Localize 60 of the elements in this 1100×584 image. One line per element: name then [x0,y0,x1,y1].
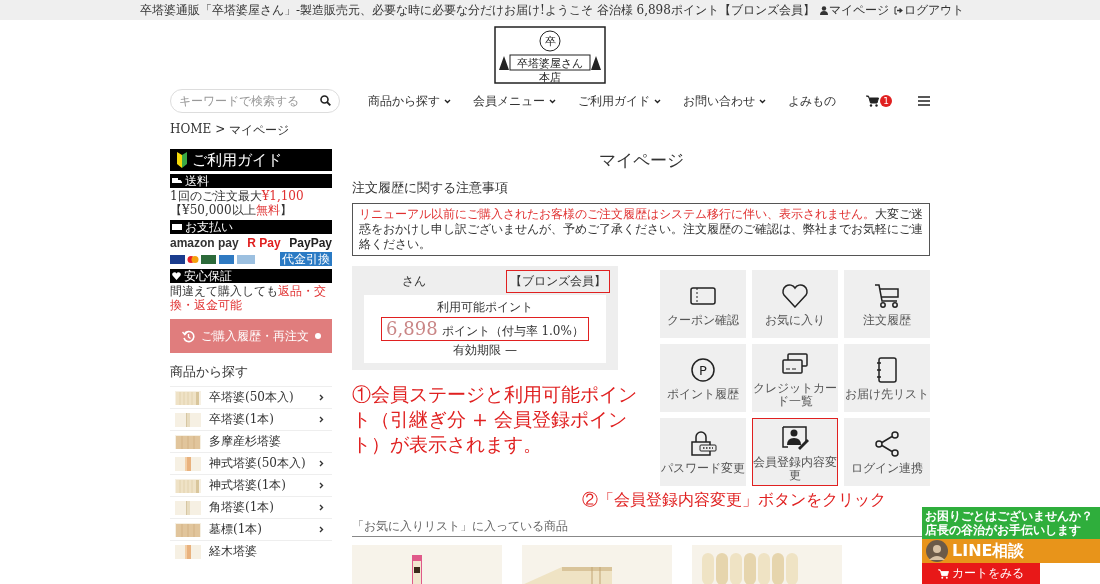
member-menu-tile[interactable]: お届け先リスト [844,344,930,412]
site-tagline: 卒塔婆通販「卒塔婆屋さん」-製造販売元、必要な時に必要な分だけお届け! [140,1,545,19]
page-title: マイページ [597,149,685,171]
category-item[interactable]: 神式塔婆(1本) [170,474,332,496]
points-icon: P [688,355,718,385]
annotation-text: ①会員ステージと利用可能ポイント（引継ぎ分 + 会員登録ポイント）が表示されます。 [352,382,638,457]
category-item[interactable]: 卒塔婆(50本入) [170,386,332,408]
breadcrumb-separator: > [215,122,226,138]
payment-logo: PayPay [289,236,332,250]
category-item[interactable]: 経木塔婆 [170,540,332,562]
cart-count-badge: 1 [880,95,892,107]
guide-text: 間違えて購入しても返品・交換・返金可能 [170,284,327,312]
notice-box: リニューアル以前にご購入されたお客様のご注文履歴はシステム移行に伴い、表示されません。大変ご迷惑をおかけし申し訳ございませんが、予めご了承ください。注文履歴のご確認は、弊社までお気軽にご連絡ください。 [352,203,930,256]
shop-logo[interactable]: 卒 卒塔婆屋さん 本店 [494,26,606,84]
nav-menu-item[interactable]: ご利用ガイド [578,92,661,110]
points-label: 利用可能ポイント [437,299,533,316]
category-item[interactable]: 墓標(1本) [170,518,332,540]
guide-section-heading: 安心保証 [170,269,332,283]
member-name: さん [402,272,426,290]
member-menu-tile[interactable]: 会員登録内容変更 [752,418,838,486]
account-link[interactable]: マイページ [819,1,889,19]
payment-logo: R Pay [247,236,281,250]
guide-banner[interactable]: ご利用ガイド [170,149,332,171]
member-rank: 【ブロンズ会員】 [506,269,610,293]
cart-button[interactable]: 1 [866,95,892,107]
member-menu-tile[interactable]: クレジットカード一覧 [752,344,838,412]
guide-text: 1回のご注文最大¥1,100 【¥50,000以上無料】 [170,189,305,217]
breadcrumb-link[interactable]: HOME [170,122,212,139]
nav-menu-item[interactable]: お問い合わせ [683,92,766,110]
payment-logo: amazon pay [170,236,239,250]
guide-section-heading: お支払い [170,220,332,234]
notice-heading: 注文履歴に関する注意事項 [352,179,509,197]
breadcrumb-link[interactable]: マイページ [229,122,290,139]
category-item[interactable]: 角塔婆(1本) [170,496,332,518]
category-item[interactable]: 卒塔婆(1本) [170,408,332,430]
help-message: お困りごとはございませんか？ 店長の谷治がお手伝いします [922,507,1100,539]
member-menu-tile[interactable]: お気に入り [752,270,838,338]
category-heading: 商品から探す [170,363,249,381]
member-menu-tile[interactable]: 注文履歴 [844,270,930,338]
cash-on-delivery-label: 代金引換 [280,252,332,266]
annotation-text: ②「会員登録内容変更」ボタンをクリック [582,489,886,511]
member-menu-tile[interactable]: ログイン連携 [844,418,930,486]
guide-section-heading: 送料 [170,174,332,188]
member-menu-tile[interactable]: クーポン確認 [660,270,746,338]
nav-menu-item[interactable]: 商品から探す [368,92,451,110]
category-item[interactable]: 神式塔婆(50本入) [170,452,332,474]
points-summary: 6,898 ポイント（付与率 1.0%） [381,317,589,341]
view-cart-button[interactable]: カートをみる [922,563,1040,584]
account-link[interactable]: ログアウト [893,1,964,19]
category-item[interactable]: 多摩産杉塔婆 [170,430,332,452]
guide-title: ご利用ガイド [192,150,282,170]
nav-menu-item[interactable]: 会員メニュー [473,92,556,110]
welcome-text: ようこそ 谷治様 6,898ポイント【ブロンズ会員】 [544,1,815,19]
member-menu-tile[interactable]: パスワード変更 [660,418,746,486]
member-menu-tile[interactable]: P ポイント履歴 [660,344,746,412]
line-consult-title: LINE相談 [952,540,1025,562]
nav-menu-item[interactable]: よみもの [788,92,836,110]
line-consult-widget[interactable]: お困りごとはございませんか？ 店長の谷治がお手伝いします LINE相談 カートをみる [922,507,1100,584]
search-field[interactable]: キーワードで検索する [170,89,340,113]
points-expiry: 有効期限 — [453,342,517,359]
